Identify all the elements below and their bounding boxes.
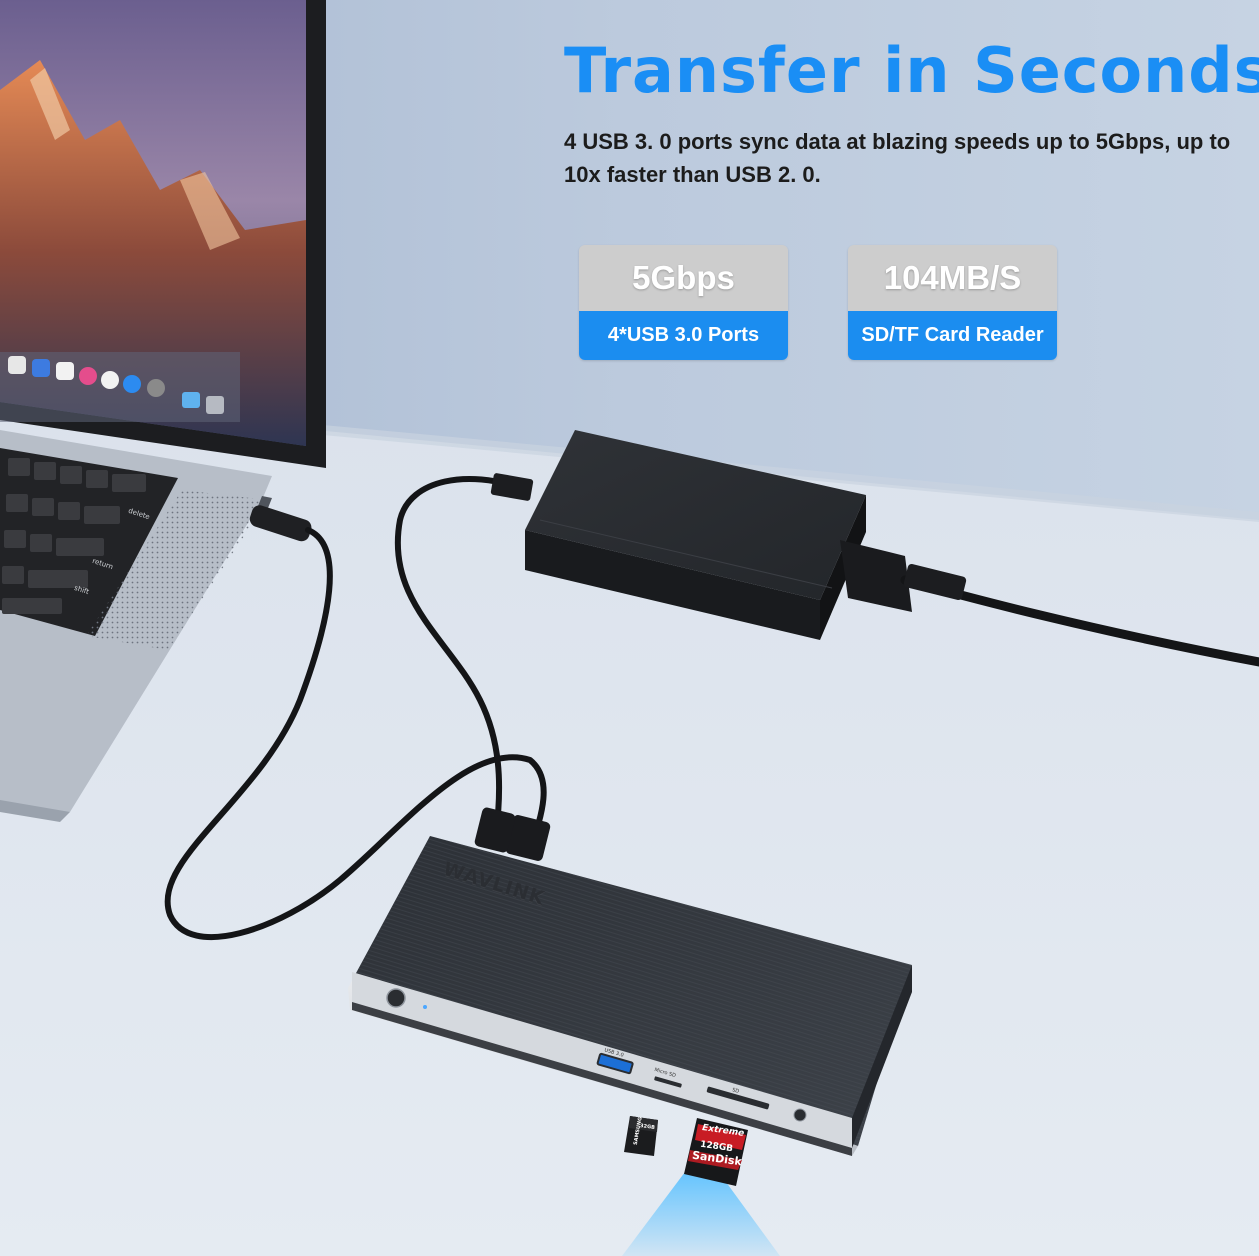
stat-value: 104MB/S <box>848 245 1057 311</box>
power-button <box>386 988 406 1008</box>
stat-badge-card-reader: 104MB/S SD/TF Card Reader <box>848 245 1057 360</box>
stat-value: 5Gbps <box>579 245 788 311</box>
audio-jack <box>793 1108 807 1122</box>
stat-label: 4*USB 3.0 Ports <box>579 311 788 360</box>
stat-badge-usb: 5Gbps 4*USB 3.0 Ports <box>579 245 788 360</box>
page-subtitle: 4 USB 3. 0 ports sync data at blazing sp… <box>564 129 1231 187</box>
page-title: Transfer in Seconds <box>564 34 1259 107</box>
power-led <box>423 1005 427 1009</box>
stat-label: SD/TF Card Reader <box>848 311 1057 360</box>
